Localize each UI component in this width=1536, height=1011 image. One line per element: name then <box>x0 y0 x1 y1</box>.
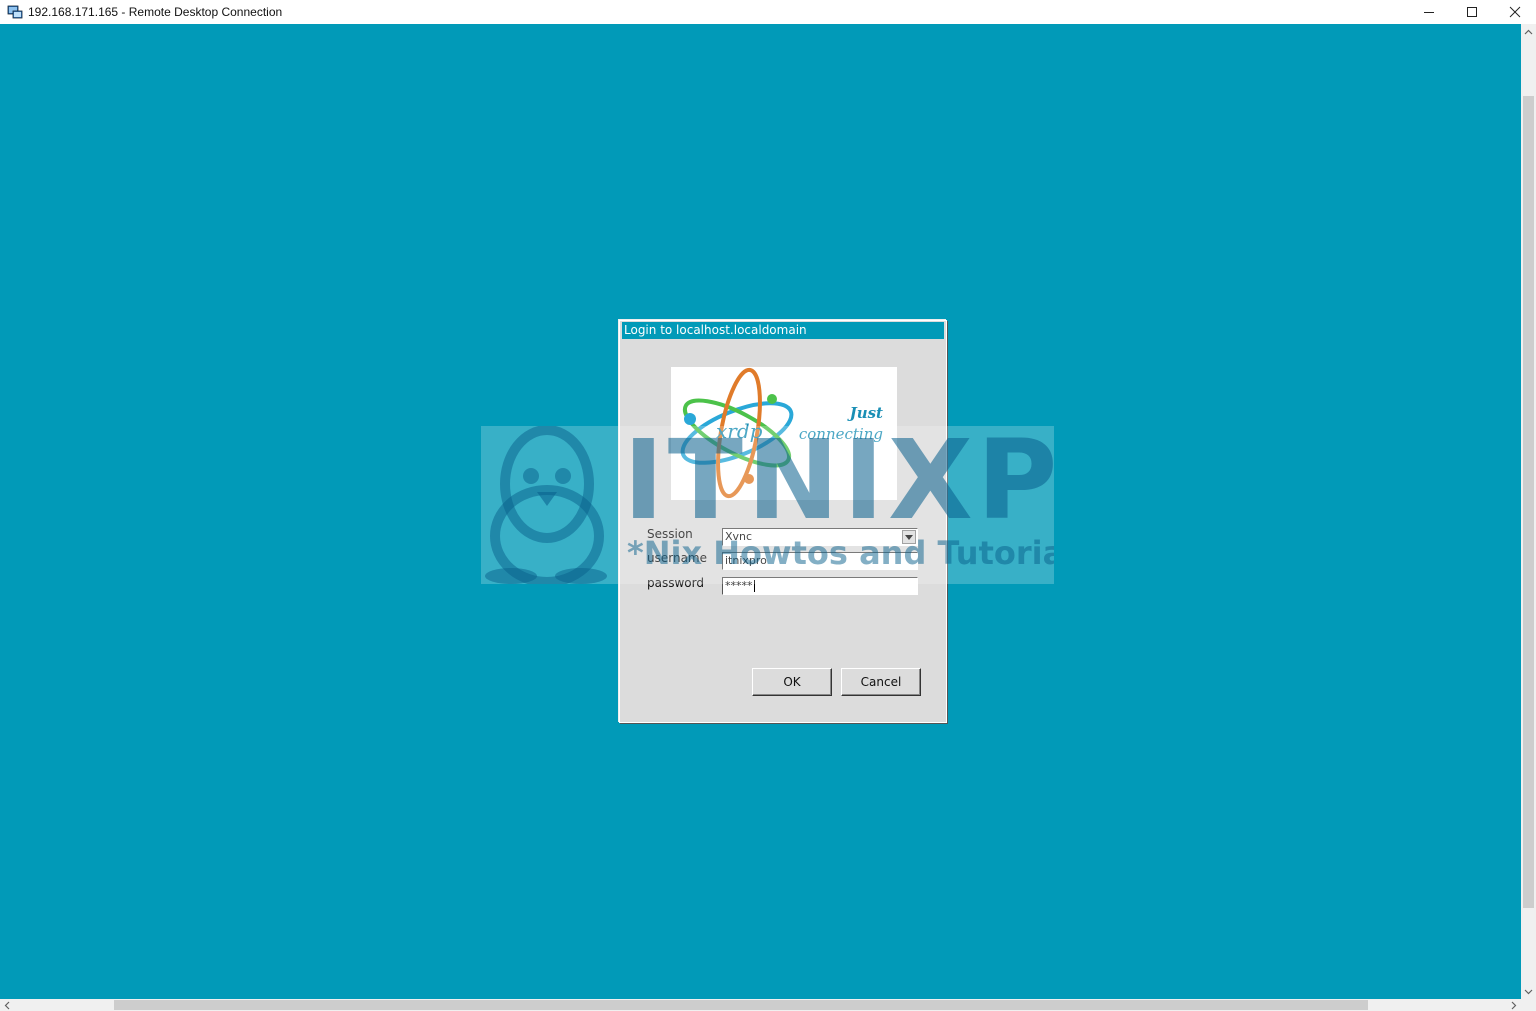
window-title-bar[interactable]: 192.168.171.165 - Remote Desktop Connect… <box>0 0 1536 24</box>
password-value: ***** <box>725 579 753 592</box>
horizontal-scroll-thumb[interactable] <box>114 1000 1368 1010</box>
chevron-up-icon <box>1524 29 1533 34</box>
text-cursor <box>753 580 755 592</box>
chevron-down-icon <box>1524 989 1533 994</box>
logo-tagline-line1: Just <box>847 404 883 422</box>
session-select[interactable]: Xvnc <box>722 528 918 546</box>
close-icon <box>1509 6 1520 18</box>
xrdp-logo: xrdp Just connecting <box>671 367 897 500</box>
dialog-title: Login to localhost.localdomain <box>622 322 944 339</box>
chevron-right-icon <box>1511 1001 1517 1009</box>
session-dropdown-button[interactable] <box>902 530 916 544</box>
username-input[interactable]: itnixpro <box>722 552 918 570</box>
scroll-left-arrow[interactable] <box>0 999 14 1011</box>
maximize-button[interactable] <box>1450 0 1493 24</box>
password-input[interactable]: ***** <box>722 577 918 595</box>
cancel-button[interactable]: Cancel <box>841 668 921 696</box>
scrollbar-corner <box>1521 999 1536 1011</box>
maximize-icon <box>1466 7 1477 17</box>
ok-button[interactable]: OK <box>752 668 832 696</box>
vertical-scroll-thumb[interactable] <box>1523 96 1534 908</box>
close-button[interactable] <box>1493 0 1536 24</box>
password-label: password <box>647 576 704 590</box>
username-label: username <box>647 551 707 565</box>
session-value: Xvnc <box>725 530 753 543</box>
scroll-up-arrow[interactable] <box>1521 24 1536 39</box>
logo-tagline-line2: connecting <box>799 425 883 443</box>
session-label: Session <box>647 527 693 541</box>
username-value: itnixpro <box>725 554 767 567</box>
login-dialog: Login to localhost.localdomain xrdp Just… <box>619 320 947 723</box>
chevron-down-icon <box>905 534 913 540</box>
window-controls <box>1407 0 1536 24</box>
remote-desktop-icon <box>7 4 23 20</box>
minimize-icon <box>1423 12 1434 13</box>
horizontal-scrollbar[interactable] <box>0 999 1521 1011</box>
scroll-right-arrow[interactable] <box>1507 999 1521 1011</box>
xrdp-wordmark: xrdp <box>716 419 763 443</box>
chevron-left-icon <box>4 1001 10 1009</box>
xrdp-atom-icon: xrdp Just connecting <box>680 367 883 499</box>
scroll-down-arrow[interactable] <box>1521 984 1536 999</box>
minimize-button[interactable] <box>1407 0 1450 24</box>
window-title: 192.168.171.165 - Remote Desktop Connect… <box>28 5 283 19</box>
vertical-scrollbar[interactable] <box>1521 24 1536 999</box>
